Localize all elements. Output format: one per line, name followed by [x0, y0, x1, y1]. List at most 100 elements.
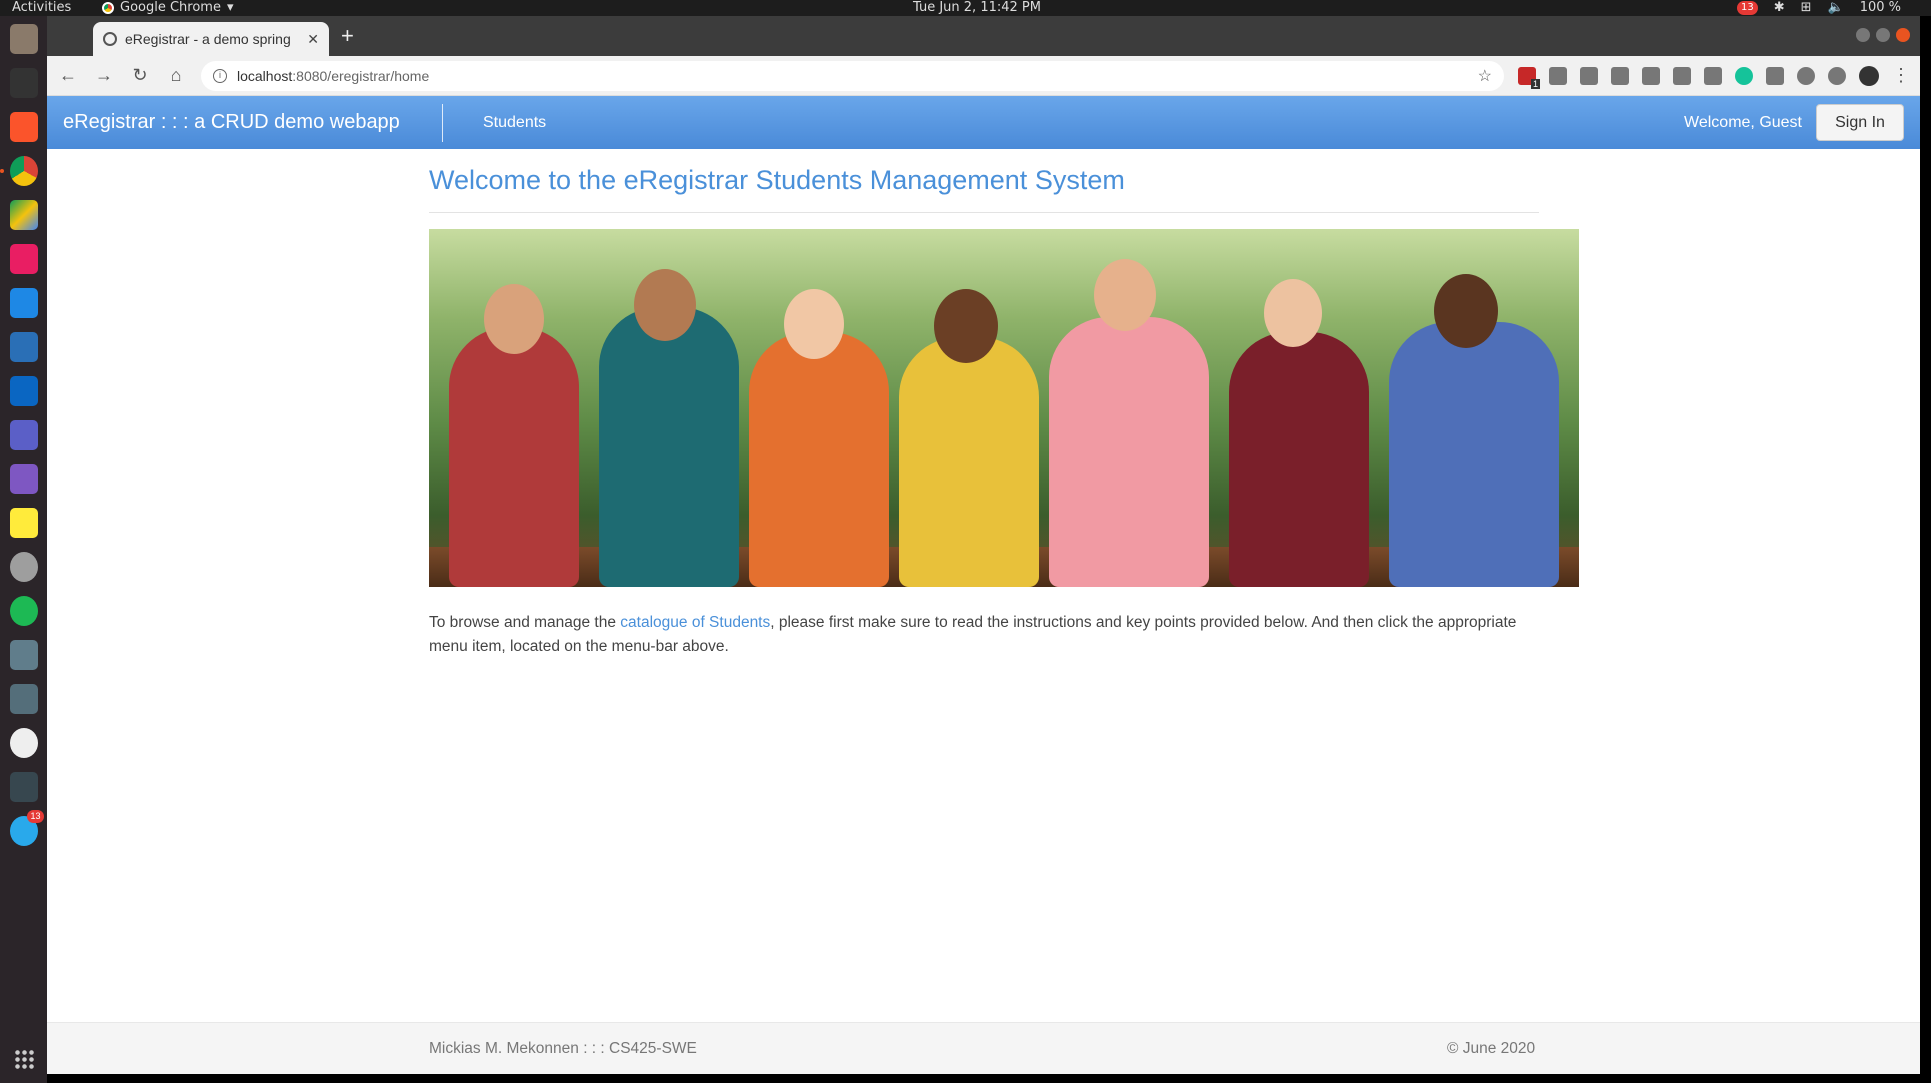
main-content: Welcome to the eRegistrar Students Manag…: [429, 149, 1579, 659]
terminal-icon[interactable]: [9, 68, 38, 98]
forward-icon[interactable]: →: [93, 65, 115, 86]
person-4-head: [934, 289, 998, 363]
intro-text-start: To browse and manage the: [429, 614, 621, 631]
show-applications-icon[interactable]: [14, 1049, 34, 1069]
telegram-icon[interactable]: 13: [9, 810, 44, 846]
close-window-button[interactable]: [1896, 28, 1910, 42]
brave-icon[interactable]: [9, 112, 38, 142]
minimize-button[interactable]: [1856, 28, 1870, 42]
code-extension-icon[interactable]: [1673, 66, 1691, 85]
sync-extension-icon[interactable]: [1828, 66, 1846, 85]
tab-strip: eRegistrar - a demo spring ✕ +: [47, 16, 1920, 56]
screen-edge-right: [1920, 16, 1931, 1083]
welcome-text: Welcome, Guest: [1684, 114, 1802, 131]
maximize-button[interactable]: [1876, 28, 1890, 42]
url-text[interactable]: localhost:8080/eregistrar/home: [237, 68, 1468, 84]
vscode-icon[interactable]: [9, 288, 38, 318]
globe-icon: [103, 32, 117, 46]
mail-extension-icon[interactable]: [1549, 66, 1567, 85]
image-viewer-icon[interactable]: [9, 640, 38, 670]
navbar: eRegistrar : : : a CRUD demo webapp Stud…: [47, 96, 1920, 149]
chrome-dock-icon[interactable]: [0, 156, 38, 186]
person-7: [1389, 322, 1559, 587]
mysql-workbench-icon[interactable]: [9, 332, 38, 362]
new-tab-button[interactable]: +: [341, 24, 354, 48]
teams-icon[interactable]: [9, 420, 38, 450]
browser-window: eRegistrar - a demo spring ✕ + ← → ↻ ⌂ i…: [47, 16, 1920, 1074]
spotify-icon[interactable]: [9, 596, 38, 626]
volume-icon[interactable]: 🔈: [1828, 0, 1844, 16]
network-icon[interactable]: ⊞: [1801, 0, 1812, 16]
adblock-extension-icon[interactable]: [1704, 66, 1722, 85]
clock[interactable]: Tue Jun 2, 11:42 PM: [913, 0, 1041, 16]
system-monitor-icon[interactable]: [9, 772, 38, 802]
telegram-badge: 13: [27, 810, 44, 823]
shield-extension-icon[interactable]: [1580, 66, 1598, 85]
hero-image: [429, 229, 1579, 587]
system-top-bar: Activities Google Chrome ▾ Tue Jun 2, 11…: [0, 0, 1931, 16]
menu-icon[interactable]: ⋮: [1892, 65, 1910, 86]
calendar-extension-icon[interactable]: 1: [1518, 66, 1540, 89]
screen-extension-icon[interactable]: [1642, 66, 1660, 85]
pocket-extension-icon[interactable]: [1611, 66, 1629, 85]
person-5: [1049, 317, 1209, 587]
reload-icon[interactable]: ↻: [129, 65, 151, 86]
extensions-bar: 1 ⋮: [1518, 65, 1910, 89]
divider: [429, 212, 1539, 213]
intellij-icon[interactable]: [9, 244, 38, 274]
settings-icon[interactable]: [9, 552, 38, 582]
circle-extension-icon[interactable]: [1797, 66, 1815, 85]
back-icon[interactable]: ←: [57, 65, 79, 86]
notes-icon[interactable]: [9, 508, 38, 538]
app-menu[interactable]: Google Chrome ▾: [102, 0, 234, 16]
home-icon[interactable]: ⌂: [165, 65, 187, 86]
bookmark-star-icon[interactable]: ☆: [1478, 66, 1492, 86]
tab-title: eRegistrar - a demo spring: [125, 31, 291, 47]
app-menu-label: Google Chrome: [120, 0, 221, 15]
page-title: Welcome to the eRegistrar Students Manag…: [429, 165, 1125, 195]
url-host: localhost: [237, 67, 293, 84]
battery-label[interactable]: 100 %: [1860, 0, 1901, 16]
person-6-head: [1264, 279, 1322, 347]
activities-button[interactable]: Activities: [12, 0, 71, 16]
app-diamond-icon[interactable]: [9, 464, 38, 494]
browser-tab[interactable]: eRegistrar - a demo spring ✕: [93, 22, 329, 56]
person-5-head: [1094, 259, 1156, 331]
person-4: [899, 337, 1039, 587]
bluetooth-icon[interactable]: ✱: [1774, 0, 1785, 16]
person-2: [599, 307, 739, 587]
chrome-icon: [102, 2, 114, 14]
nav-students-link[interactable]: Students: [483, 96, 546, 149]
intro-paragraph: To browse and manage the catalogue of St…: [429, 611, 1539, 659]
web-page: eRegistrar : : : a CRUD demo webapp Stud…: [47, 96, 1920, 1074]
screen-edge-bottom: [47, 1074, 1920, 1083]
files-icon[interactable]: [9, 24, 38, 54]
person-3-head: [784, 289, 844, 359]
window-controls: [1856, 28, 1910, 42]
grammarly-extension-icon[interactable]: [1735, 66, 1753, 85]
extension-badge: 1: [1530, 78, 1540, 89]
catalogue-students-link[interactable]: catalogue of Students: [620, 614, 770, 631]
software-updater-icon[interactable]: [9, 728, 38, 758]
profile-avatar[interactable]: [1859, 65, 1879, 86]
person-3: [749, 332, 889, 587]
sign-in-button[interactable]: Sign In: [1816, 104, 1904, 141]
outlook-icon[interactable]: [9, 376, 38, 406]
address-bar[interactable]: i localhost:8080/eregistrar/home ☆: [201, 60, 1504, 91]
navbar-divider: [442, 104, 443, 142]
footer-copyright: © June 2020: [1447, 1040, 1536, 1057]
close-icon[interactable]: ✕: [307, 31, 319, 48]
screenshot-icon[interactable]: [9, 684, 38, 714]
person-6: [1229, 332, 1369, 587]
person-2-head: [634, 269, 696, 341]
notification-badge[interactable]: 13: [1736, 1, 1758, 15]
brand-link[interactable]: eRegistrar : : : a CRUD demo webapp: [63, 96, 400, 149]
system-tray[interactable]: 13 ✱ ⊞ 🔈 100 %: [1736, 0, 1901, 16]
browser-toolbar: ← → ↻ ⌂ i localhost:8080/eregistrar/home…: [47, 56, 1920, 96]
chevron-down-icon: ▾: [226, 0, 234, 15]
footer-author: Mickias M. Mekonnen : : : CS425-SWE: [429, 1040, 697, 1057]
drive-icon[interactable]: [9, 200, 38, 230]
person-7-head: [1434, 274, 1498, 348]
puzzle-extension-icon[interactable]: [1766, 66, 1784, 85]
info-icon[interactable]: i: [213, 68, 227, 83]
